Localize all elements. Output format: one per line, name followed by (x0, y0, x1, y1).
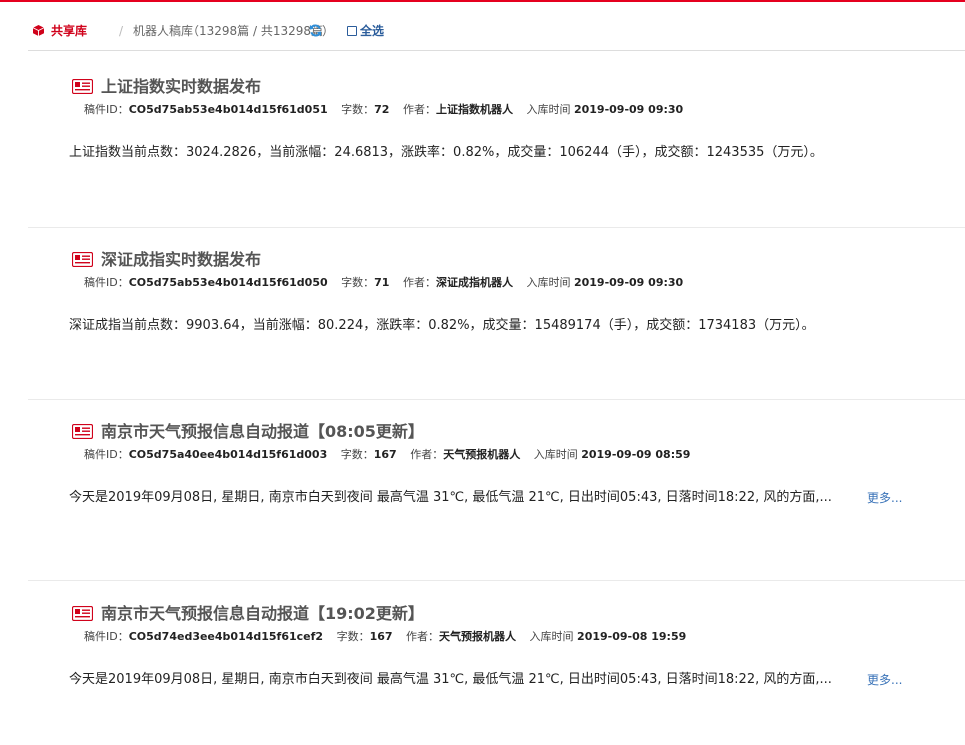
article-meta: 稿件ID：CO5d75ab53e4b014d15f61d050 字数：71 作者… (84, 276, 693, 290)
word-count: 72 (374, 103, 390, 116)
ingest-time: 2019-09-09 09:30 (573, 276, 684, 289)
article-id: CO5d75a40ee4b014d15f61d003 (128, 448, 328, 461)
breadcrumb-separator: / (119, 24, 124, 38)
ingest-time: 2019-09-08 19:59 (577, 630, 687, 643)
id-label: 稿件ID： (84, 630, 129, 643)
author-name: 天气预报机器人 (443, 448, 521, 461)
id-label: 稿件ID： (84, 448, 129, 461)
words-label: 字数： (336, 630, 370, 643)
article-meta: 稿件ID：CO5d75a40ee4b014d15f61d003 字数：167 作… (84, 448, 700, 462)
refresh-icon[interactable] (309, 24, 322, 37)
article-item: 南京市天气预报信息自动报道【19:02更新】 稿件ID：CO5d74ed3ee4… (28, 603, 965, 743)
article-body: 今天是2019年09月08日, 星期日, 南京市白天到夜间 最高气温 31℃, … (69, 490, 832, 505)
author-label: 作者： (406, 630, 440, 643)
select-all-label: 全选 (360, 24, 385, 38)
article-meta: 稿件ID：CO5d75ab53e4b014d15f61d051 字数：72 作者… (84, 103, 693, 117)
article-id: CO5d74ed3ee4b014d15f61cef2 (128, 630, 324, 643)
article-item: 南京市天气预报信息自动报道【08:05更新】 稿件ID：CO5d75a40ee4… (28, 421, 965, 581)
document-icon (72, 252, 93, 267)
article-item: 上证指数实时数据发布 稿件ID：CO5d75ab53e4b014d15f61d0… (28, 76, 965, 228)
cube-icon (33, 25, 44, 36)
author-name: 天气预报机器人 (439, 630, 517, 643)
author-label: 作者： (402, 276, 436, 289)
ingest-time: 2019-09-09 09:30 (573, 103, 684, 116)
article-body: 深证成指当前点数：9903.64，当前涨幅：80.224，涨跌率：0.82%，成… (69, 318, 815, 333)
author-name: 上证指数机器人 (435, 103, 513, 116)
article-meta: 稿件ID：CO5d74ed3ee4b014d15f61cef2 字数：167 作… (84, 630, 696, 644)
author-name: 深证成指机器人 (435, 276, 513, 289)
article-body: 上证指数当前点数：3024.2826，当前涨幅：24.6813，涨跌率：0.82… (69, 145, 823, 160)
article-id: CO5d75ab53e4b014d15f61d051 (128, 103, 328, 116)
article-title[interactable]: 南京市天气预报信息自动报道【19:02更新】 (101, 603, 424, 625)
id-label: 稿件ID： (84, 276, 129, 289)
breadcrumb-header: 共享库 / 机器人稿库 （13298篇 / 共13298篇 ） 全选 (28, 14, 965, 51)
word-count: 167 (369, 630, 393, 643)
word-count: 167 (373, 448, 397, 461)
article-count-close: ） (322, 24, 335, 38)
words-label: 字数： (341, 276, 375, 289)
article-body: 今天是2019年09月08日, 星期日, 南京市白天到夜间 最高气温 31℃, … (69, 672, 832, 687)
article-id: CO5d75ab53e4b014d15f61d050 (128, 276, 328, 289)
select-all-checkbox[interactable]: 全选 (347, 23, 384, 39)
author-label: 作者： (402, 103, 436, 116)
breadcrumb-robot-library: 机器人稿库 (133, 24, 194, 38)
more-link[interactable]: 更多... (867, 672, 902, 688)
author-label: 作者： (410, 448, 444, 461)
document-icon (72, 606, 93, 621)
words-label: 字数： (340, 448, 374, 461)
more-link[interactable]: 更多... (867, 490, 902, 506)
time-label: 入库时间 (526, 103, 571, 116)
word-count: 71 (374, 276, 390, 289)
share-library-link[interactable]: 共享库 (51, 23, 87, 39)
ingest-time: 2019-09-09 08:59 (581, 448, 691, 461)
time-label: 入库时间 (533, 448, 578, 461)
document-icon (72, 79, 93, 94)
document-icon (72, 424, 93, 439)
article-title[interactable]: 上证指数实时数据发布 (101, 76, 261, 98)
time-label: 入库时间 (526, 276, 571, 289)
article-item: 深证成指实时数据发布 稿件ID：CO5d75ab53e4b014d15f61d0… (28, 249, 965, 400)
article-count: （13298篇 / 共13298篇 (187, 24, 324, 38)
article-title[interactable]: 深证成指实时数据发布 (101, 249, 261, 271)
checkbox-square-icon[interactable] (347, 26, 357, 36)
top-accent-bar (0, 0, 965, 2)
id-label: 稿件ID： (84, 103, 129, 116)
words-label: 字数： (341, 103, 375, 116)
article-title[interactable]: 南京市天气预报信息自动报道【08:05更新】 (101, 421, 424, 443)
time-label: 入库时间 (529, 630, 574, 643)
